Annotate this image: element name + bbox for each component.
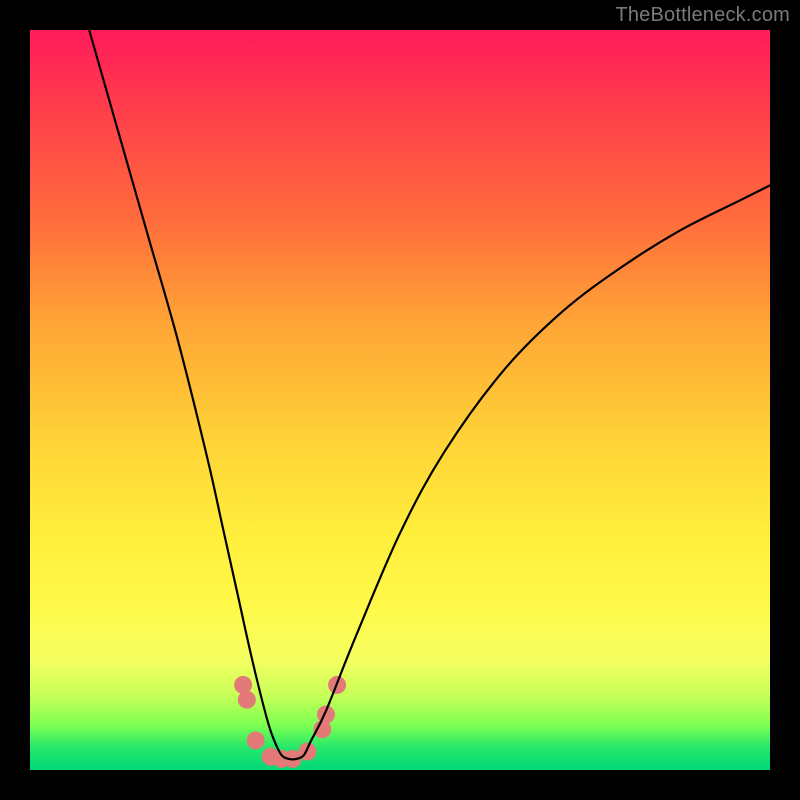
watermark-text: TheBottleneck.com bbox=[615, 4, 790, 27]
data-marker bbox=[247, 731, 265, 749]
curve-svg bbox=[30, 30, 770, 770]
data-marker bbox=[238, 691, 256, 709]
chart-frame: TheBottleneck.com bbox=[0, 0, 800, 800]
bottleneck-curve bbox=[89, 30, 770, 759]
plot-area bbox=[30, 30, 770, 770]
marker-layer bbox=[234, 676, 346, 768]
